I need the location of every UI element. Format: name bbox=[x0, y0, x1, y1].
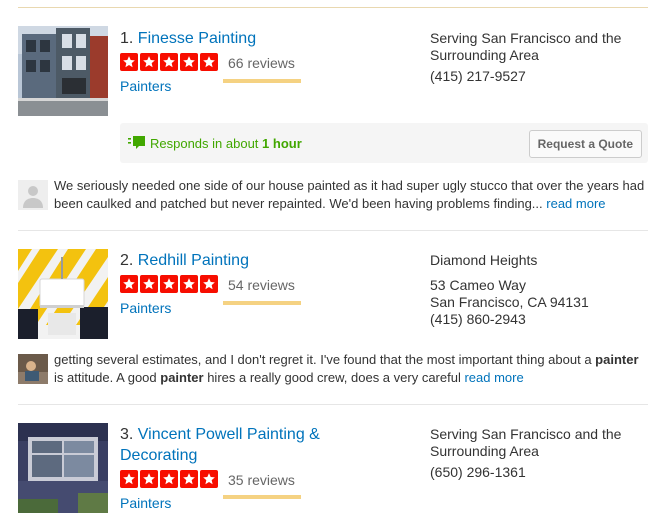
response-time: 1 hour bbox=[262, 136, 302, 151]
listing-3-category-link[interactable]: Painters bbox=[120, 494, 171, 512]
read-more-link[interactable]: read more bbox=[464, 370, 523, 385]
response-label: Responds in about bbox=[150, 136, 259, 151]
listing-3-phone: (650) 296-1361 bbox=[430, 464, 526, 480]
read-more-link[interactable]: read more bbox=[546, 196, 605, 211]
snippet-text: hires a really good crew, does a very ca… bbox=[203, 370, 465, 385]
listing-2-city: San Francisco, CA 94131 bbox=[430, 294, 589, 310]
star-icon bbox=[140, 275, 158, 293]
listing-1-address-line: Surrounding Area bbox=[430, 47, 539, 63]
listing-3-address-line: Surrounding Area bbox=[430, 443, 539, 459]
listing-1-address-line: Serving San Francisco and the bbox=[430, 30, 622, 46]
star-icon bbox=[120, 470, 138, 488]
listing-2-number: 2. bbox=[120, 252, 134, 269]
user-avatar-icon bbox=[18, 180, 48, 210]
listing-2-street: 53 Cameo Way bbox=[430, 277, 526, 293]
top-divider bbox=[18, 7, 648, 8]
listing-1-photo[interactable] bbox=[18, 26, 108, 116]
snippet-text: is attitude. A good bbox=[54, 370, 161, 385]
star-icon bbox=[200, 470, 218, 488]
listing-3-review-bar bbox=[223, 495, 301, 499]
listing-2-neighborhood: Diamond Heights bbox=[430, 252, 538, 268]
listing-1-review-bar bbox=[223, 79, 301, 83]
chat-bubble-icon bbox=[128, 135, 146, 156]
listing-1-phone: (415) 217-9527 bbox=[430, 68, 526, 84]
listing-1-review-count: 66 reviews bbox=[228, 55, 295, 71]
listing-3-address: Serving San Francisco and the Surroundin… bbox=[430, 426, 655, 481]
listing-divider bbox=[18, 404, 648, 405]
listing-1-category-link[interactable]: Painters bbox=[120, 77, 171, 95]
star-icon bbox=[160, 53, 178, 71]
star-icon bbox=[120, 275, 138, 293]
listing-1-review-snippet: We seriously needed one side of our hous… bbox=[54, 177, 650, 213]
listing-2-star-rating bbox=[120, 275, 218, 293]
listing-2-review-bar bbox=[223, 301, 301, 305]
listing-2-review-count: 54 reviews bbox=[228, 277, 295, 293]
star-icon bbox=[160, 470, 178, 488]
listing-2-phone: (415) 860-2943 bbox=[430, 311, 526, 327]
listing-2-photo[interactable] bbox=[18, 249, 108, 339]
listing-2-category-link[interactable]: Painters bbox=[120, 299, 171, 317]
listing-3-title: 3. Vincent Powell Painting & Decorating bbox=[120, 424, 360, 466]
star-icon bbox=[200, 53, 218, 71]
listing-1-number: 1. bbox=[120, 30, 134, 47]
star-icon bbox=[180, 53, 198, 71]
star-icon bbox=[180, 275, 198, 293]
star-icon bbox=[160, 275, 178, 293]
listing-2-title: 2. Redhill Painting bbox=[120, 250, 360, 271]
listing-1-response-text: Responds in about 1 hour bbox=[150, 136, 302, 151]
star-icon bbox=[200, 275, 218, 293]
star-icon bbox=[140, 470, 158, 488]
listing-1-response-box: Responds in about 1 hour Request a Quote bbox=[120, 123, 648, 163]
star-icon bbox=[120, 53, 138, 71]
listing-2-review-snippet: getting several estimates, and I don't r… bbox=[54, 351, 650, 387]
listing-3-photo[interactable] bbox=[18, 423, 108, 513]
listing-2-name-link[interactable]: Redhill Painting bbox=[138, 252, 249, 269]
listing-3-address-line: Serving San Francisco and the bbox=[430, 426, 622, 442]
listing-1-address: Serving San Francisco and the Surroundin… bbox=[430, 30, 655, 85]
listing-1-title: 1. Finesse Painting bbox=[120, 28, 360, 49]
listing-3-name-link[interactable]: Vincent Powell Painting & Decorating bbox=[120, 426, 320, 464]
listing-divider bbox=[18, 230, 648, 231]
listing-3-review-count: 35 reviews bbox=[228, 472, 295, 488]
listing-3-star-rating bbox=[120, 470, 218, 488]
user-avatar-icon bbox=[18, 354, 48, 384]
listing-1-star-rating bbox=[120, 53, 218, 71]
snippet-highlight: painter bbox=[595, 352, 639, 367]
snippet-text: getting several estimates, and I don't r… bbox=[54, 352, 596, 367]
listing-3-number: 3. bbox=[120, 426, 134, 443]
request-quote-button[interactable]: Request a Quote bbox=[528, 130, 642, 158]
listing-2-address: Diamond Heights 53 Cameo Way San Francis… bbox=[430, 252, 655, 328]
listing-1-name-link[interactable]: Finesse Painting bbox=[138, 30, 256, 47]
snippet-highlight: painter bbox=[160, 370, 204, 385]
star-icon bbox=[140, 53, 158, 71]
star-icon bbox=[180, 470, 198, 488]
